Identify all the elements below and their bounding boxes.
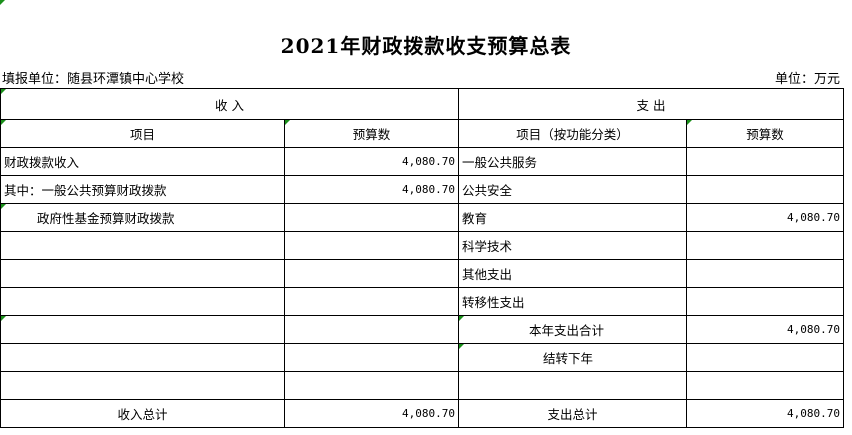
expense-value-cell[interactable] <box>686 231 845 260</box>
expense-value-cell[interactable] <box>686 343 845 372</box>
column-header-row: 项目 预算数 项目（按功能分类） 预算数 <box>0 119 845 148</box>
income-value-cell[interactable] <box>283 343 460 372</box>
table-row: 政府性基金预算财政拨款 教育 4,080.70 <box>0 203 845 232</box>
income-item-cell[interactable]: 政府性基金预算财政拨款 <box>0 203 285 232</box>
expense-total-value[interactable]: 4,080.70 <box>686 399 845 428</box>
expense-section-header[interactable]: 支 出 <box>458 88 845 120</box>
income-item-cell[interactable] <box>0 287 285 316</box>
expense-item-cell[interactable]: 教育 <box>458 203 688 232</box>
expense-item-cell[interactable] <box>458 371 688 400</box>
fill-unit-label: 填报单位：随县环潭镇中心学校 <box>2 72 185 87</box>
cell-marker <box>0 0 5 5</box>
income-value-cell[interactable] <box>283 259 460 288</box>
budget-table: 收 入 支 出 项目 预算数 项目（按功能分类） 预算数 财政拨款收入 4,08… <box>0 88 845 428</box>
income-total-value[interactable]: 4,080.70 <box>283 399 460 428</box>
expense-item-cell[interactable]: 其他支出 <box>458 259 688 288</box>
expense-item-cell[interactable]: 结转下年 <box>458 343 688 372</box>
expense-item-cell[interactable]: 一般公共服务 <box>458 147 688 176</box>
table-row: 结转下年 <box>0 343 845 372</box>
table-row: 其中：一般公共预算财政拨款 4,080.70 公共安全 <box>0 175 845 204</box>
table-row: 财政拨款收入 4,080.70 一般公共服务 <box>0 147 845 176</box>
table-row: 其他支出 <box>0 259 845 288</box>
totals-row: 收入总计 4,080.70 支出总计 4,080.70 <box>0 399 845 428</box>
expense-item-cell[interactable]: 转移性支出 <box>458 287 688 316</box>
income-item-cell[interactable]: 其中：一般公共预算财政拨款 <box>0 175 285 204</box>
income-budget-header[interactable]: 预算数 <box>283 119 460 148</box>
expense-total-label[interactable]: 支出总计 <box>458 399 688 428</box>
expense-value-cell[interactable] <box>686 371 845 400</box>
income-item-cell[interactable] <box>0 315 285 344</box>
table-row: 转移性支出 <box>0 287 845 316</box>
expense-budget-header[interactable]: 预算数 <box>686 119 845 148</box>
page-title: 2021年财政拨款收支预算总表 <box>280 34 572 58</box>
income-item-cell[interactable]: 财政拨款收入 <box>0 147 285 176</box>
income-item-header[interactable]: 项目 <box>0 119 285 148</box>
section-header-row: 收 入 支 出 <box>0 88 845 120</box>
income-value-cell[interactable]: 4,080.70 <box>283 147 460 176</box>
income-total-label[interactable]: 收入总计 <box>0 399 285 428</box>
income-value-cell[interactable] <box>283 203 460 232</box>
expense-value-cell[interactable]: 4,080.70 <box>686 203 845 232</box>
income-item-cell[interactable] <box>0 343 285 372</box>
table-row: 科学技术 <box>0 231 845 260</box>
expense-value-cell[interactable] <box>686 287 845 316</box>
expense-value-cell[interactable] <box>686 147 845 176</box>
expense-item-cell[interactable]: 科学技术 <box>458 231 688 260</box>
expense-item-cell[interactable]: 本年支出合计 <box>458 315 688 344</box>
income-value-cell[interactable]: 4,080.70 <box>283 175 460 204</box>
expense-value-cell[interactable] <box>686 175 845 204</box>
income-item-cell[interactable] <box>0 371 285 400</box>
expense-item-cell[interactable]: 公共安全 <box>458 175 688 204</box>
income-item-cell[interactable] <box>0 231 285 260</box>
income-section-header[interactable]: 收 入 <box>0 88 460 120</box>
table-row <box>0 371 845 400</box>
income-item-cell[interactable] <box>0 259 285 288</box>
expense-value-cell[interactable]: 4,080.70 <box>686 315 845 344</box>
expense-item-header[interactable]: 项目（按功能分类） <box>458 119 688 148</box>
income-value-cell[interactable] <box>283 371 460 400</box>
currency-unit-label: 单位：万元 <box>774 72 840 87</box>
income-value-cell[interactable] <box>283 315 460 344</box>
table-row: 本年支出合计 4,080.70 <box>0 315 845 344</box>
income-value-cell[interactable] <box>283 287 460 316</box>
expense-value-cell[interactable] <box>686 259 845 288</box>
income-value-cell[interactable] <box>283 231 460 260</box>
